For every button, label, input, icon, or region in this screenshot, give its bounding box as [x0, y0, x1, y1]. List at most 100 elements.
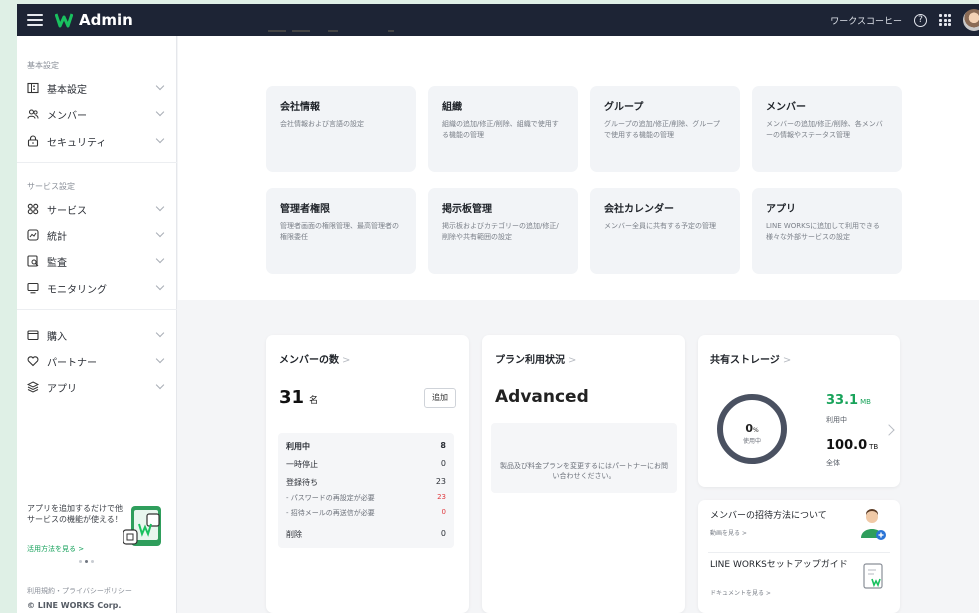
feature-desc: LINE WORKSに追加して利用できる様々な外部サービスの設定 [766, 222, 880, 241]
sidebar-item-service[interactable]: サービス [17, 199, 177, 219]
plan-note: 製品及び料金プランを変更するにはパートナーにお問い合わせください。 [500, 462, 668, 480]
chevron-right-icon[interactable] [883, 424, 895, 436]
divider [17, 309, 177, 310]
stat-row-suspended: 一時停止 0 [286, 459, 446, 469]
feature-title: グループ [604, 102, 644, 113]
sidebar-item-purchase[interactable]: 購入 [17, 325, 177, 345]
storage-total: 100.0 TB [826, 438, 879, 453]
sidebar-item-label: セキュリティ [47, 137, 107, 149]
sidebar-item-security[interactable]: セキュリティ [17, 131, 177, 151]
stat-row-pending: 登録待ち 23 [286, 477, 446, 487]
promo-link[interactable]: 活用方法を見る > [27, 544, 84, 554]
sidebar-item-audit[interactable]: 監査 [17, 251, 177, 271]
member-count: 31 名 [279, 387, 319, 408]
sidebar-item-app[interactable]: アプリ [17, 377, 177, 397]
sidebar-item-label: メンバー [47, 110, 87, 122]
carousel-dots[interactable] [79, 560, 94, 563]
sidebar-item-label: サービス [47, 205, 87, 217]
guide-item-invite[interactable]: メンバーの招待方法について 動画を見る > [698, 500, 900, 550]
invite-member-icon [861, 509, 886, 540]
plan-card: プラン利用状況 > Advanced 製品及び料金プランを変更するにはパートナーに… [482, 335, 685, 613]
chevron-down-icon [155, 81, 165, 91]
copyright: © LINE WORKS Corp. [27, 601, 122, 610]
chevron-down-icon [155, 134, 165, 144]
audit-icon [27, 255, 39, 267]
feature-desc: 組織の追加/修正/削除、組織で使用する機能の管理 [442, 120, 559, 139]
main-content: 会社情報 会社情報および言語の設定 組織 組織の追加/修正/削除、組織で使用する… [178, 30, 979, 613]
feature-title: 管理者権限 [280, 204, 330, 215]
stat-row-deleted: 削除 0 [286, 529, 446, 539]
app-grid-icon[interactable] [939, 14, 951, 26]
member-count-card: メンバーの数 > 31 名 追加 利用中 8 一時停止 0 登録待ち 23 - パスワード… [266, 335, 469, 613]
guide-item-setup[interactable]: LINE WORKSセットアップガイド ドキュメントを見る > [698, 553, 900, 613]
feature-desc: メンバー全員に共有する予定の管理 [604, 222, 716, 230]
sidebar-item-label: 基本設定 [47, 84, 87, 96]
stat-row-active: 利用中 8 [286, 441, 446, 451]
chevron-down-icon [155, 254, 165, 264]
stat-row-password-reset: - パスワードの再設定が必要 23 [286, 493, 446, 502]
help-icon[interactable]: ? [914, 13, 927, 27]
storage-percent: 0% [745, 422, 759, 435]
sidebar-item-label: 購入 [47, 331, 67, 343]
terms-link[interactable]: 利用規約・プライバシーポリシー [27, 586, 132, 596]
divider [17, 162, 177, 163]
cut-off-heading [268, 30, 398, 40]
feature-title: アプリ [766, 204, 796, 215]
stats-icon [27, 229, 39, 241]
company-name[interactable]: ワークスコーヒー [830, 14, 902, 27]
top-bar: Admin ワークスコーヒー ? [17, 4, 979, 36]
chevron-down-icon [155, 228, 165, 238]
sidebar-item-label: 監査 [47, 257, 67, 269]
sidebar-item-stats[interactable]: 統計 [17, 225, 177, 245]
storage-percent-label: 使用中 [742, 438, 761, 445]
sidebar-item-members[interactable]: メンバー [17, 104, 177, 124]
storage-title[interactable]: 共有ストレージ > [710, 351, 791, 366]
app-icon [27, 381, 39, 393]
feature-desc: 管理者画面の権限管理、最高管理者の権限委任 [280, 222, 399, 241]
feature-card-member[interactable]: メンバー メンバーの追加/修正/削除、各メンバーの情報やステータス管理 [752, 86, 902, 172]
promo-text: アプリを追加するだけで他サービスの機能が使える！ [27, 504, 123, 524]
plan-title[interactable]: プラン利用状況 > [495, 351, 576, 366]
sidebar-item-partner[interactable]: パートナー [17, 351, 177, 371]
feature-title: 組織 [442, 102, 462, 113]
feature-card-calendar[interactable]: 会社カレンダー メンバー全員に共有する予定の管理 [590, 188, 740, 274]
storage-card: 共有ストレージ > 0% 使用中 33.1 MB 利用中 100.0 TB 全体 [698, 335, 900, 487]
feature-card-company[interactable]: 会社情報 会社情報および言語の設定 [266, 86, 416, 172]
works-logo-icon[interactable] [55, 12, 73, 28]
storage-total-label: 全体 [826, 459, 840, 467]
storage-used: 33.1 MB [826, 393, 871, 408]
feature-card-organization[interactable]: 組織 組織の追加/修正/削除、組織で使用する機能の管理 [428, 86, 578, 172]
feature-desc: グループの追加/修正/削除、グループで使用する機能の管理 [604, 120, 720, 139]
app-promo-illustration [123, 506, 161, 546]
menu-icon[interactable] [27, 14, 43, 26]
chevron-down-icon [155, 354, 165, 364]
add-member-button[interactable]: 追加 [424, 388, 456, 408]
feature-title: 掲示板管理 [442, 204, 492, 215]
sidebar-item-label: アプリ [47, 383, 77, 395]
partner-icon [27, 355, 39, 367]
member-stats: 利用中 8 一時停止 0 登録待ち 23 - パスワードの再設定が必要 23 - 招待メ… [278, 433, 454, 548]
feature-card-admin-rights[interactable]: 管理者権限 管理者画面の権限管理、最高管理者の権限委任 [266, 188, 416, 274]
plan-name: Advanced [495, 387, 589, 407]
feature-card-group[interactable]: グループ グループの追加/修正/削除、グループで使用する機能の管理 [590, 86, 740, 172]
document-icon [863, 563, 883, 589]
storage-used-label: 利用中 [826, 416, 847, 424]
feature-panel: 会社情報 会社情報および言語の設定 組織 組織の追加/修正/削除、組織で使用する… [178, 30, 979, 300]
feature-card-board[interactable]: 掲示板管理 掲示板およびカテゴリーの追加/修正/削除や共有範囲の設定 [428, 188, 578, 274]
sidebar-item-basic-settings[interactable]: 基本設定 [17, 78, 177, 98]
building-icon [27, 82, 39, 94]
app-title: Admin [79, 11, 133, 29]
member-count-title[interactable]: メンバーの数 > [279, 351, 350, 366]
feature-title: 会社カレンダー [604, 204, 674, 215]
service-icon [27, 203, 39, 215]
purchase-icon [27, 329, 39, 341]
guide-title: LINE WORKSセットアップガイド [710, 560, 848, 570]
avatar[interactable] [963, 9, 979, 31]
plan-info-box [491, 423, 677, 493]
guide-card: メンバーの招待方法について 動画を見る > LINE WORKSセットアップガイ… [698, 500, 900, 613]
chevron-down-icon [155, 107, 165, 117]
feature-card-app[interactable]: アプリ LINE WORKSに追加して利用できる様々な外部サービスの設定 [752, 188, 902, 274]
section-label-service: サービス設定 [27, 182, 75, 191]
chevron-down-icon [155, 281, 165, 291]
sidebar-item-monitoring[interactable]: モニタリング [17, 278, 177, 298]
